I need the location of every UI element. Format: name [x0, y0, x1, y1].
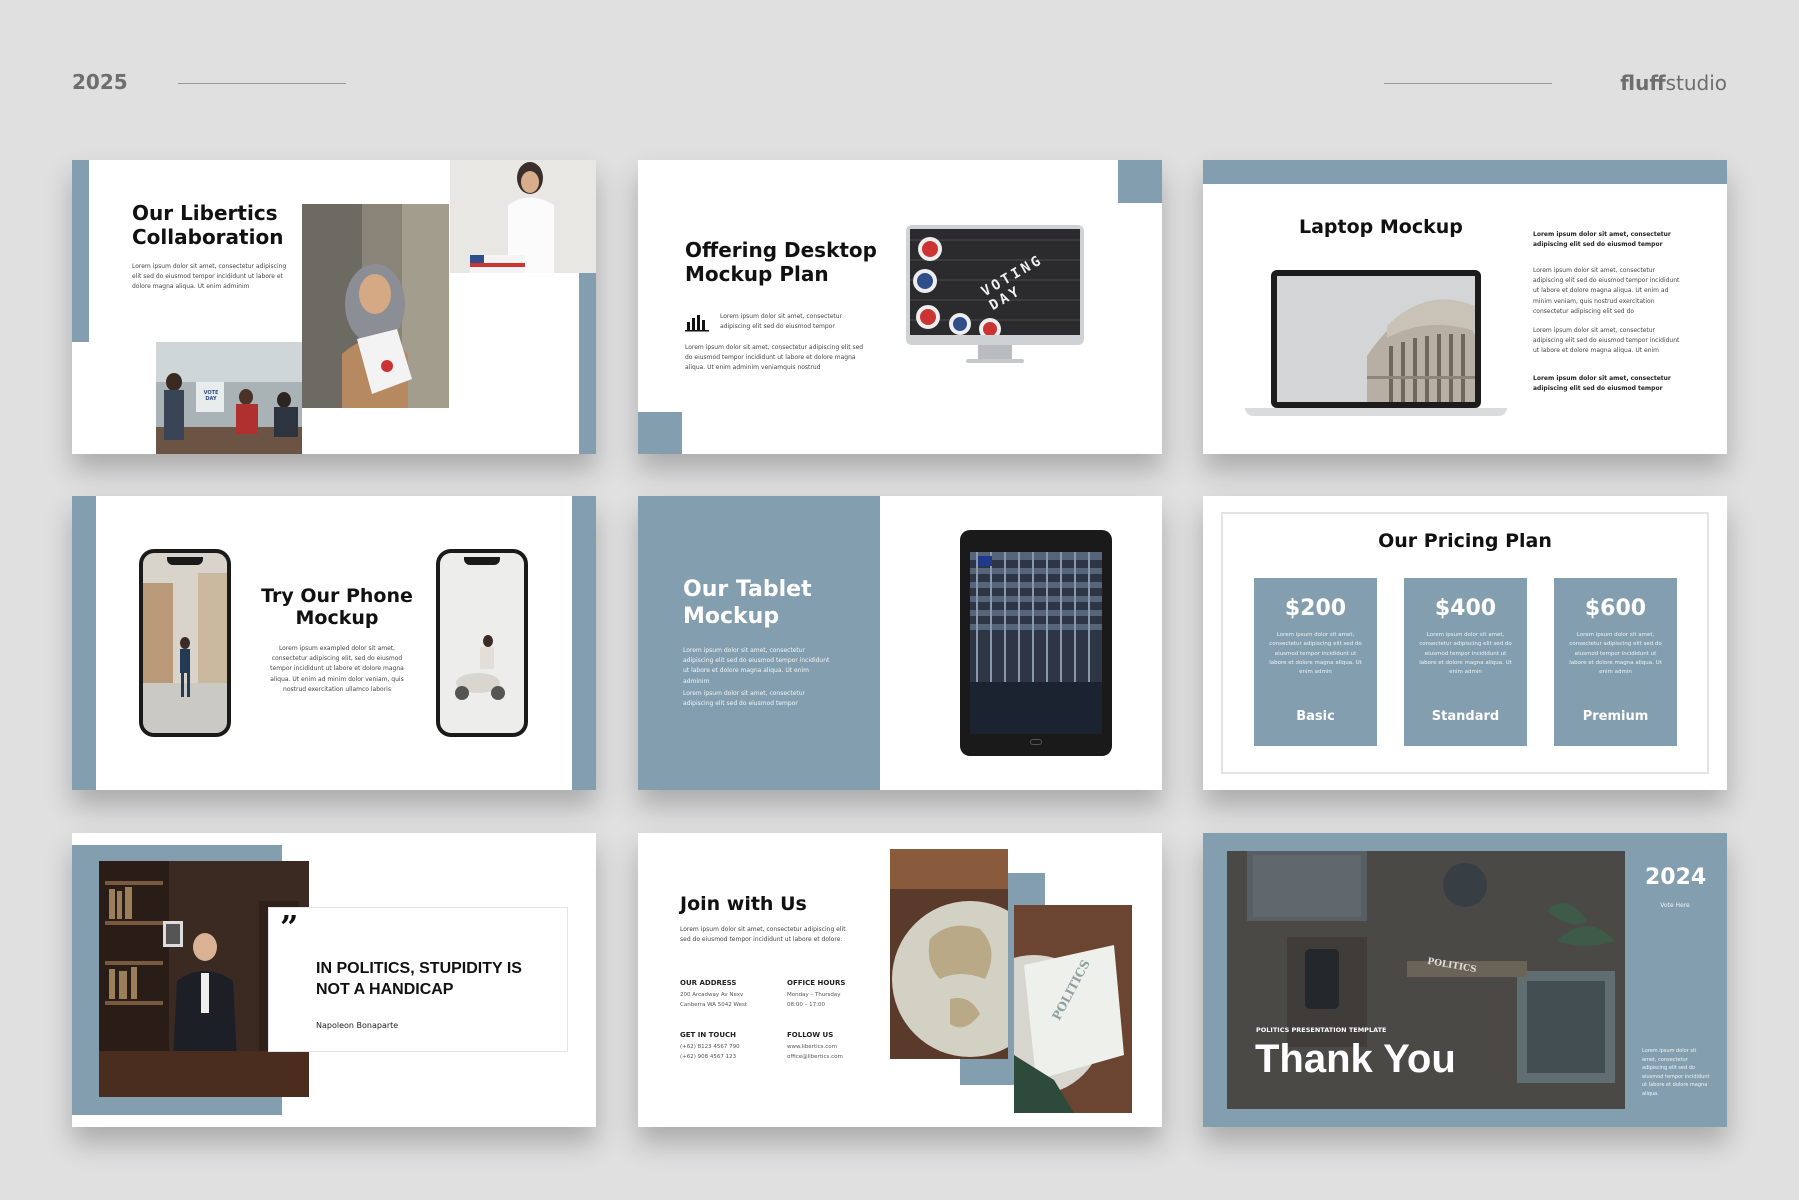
- address-label: OUR ADDRESS: [680, 979, 737, 987]
- vote-label: Vote Here: [1660, 902, 1690, 909]
- paragraph-2: Lorem ipsum dolor sit amet, consectetur …: [1533, 267, 1680, 315]
- price-description: Lorem ipsum dolor sit amet, consectetur …: [1269, 632, 1362, 676]
- slide-body: Lorem ipsum dolor sit amet, consectetur …: [132, 263, 287, 291]
- slide-title: Try Our Phone Mockup: [261, 585, 413, 630]
- header-divider-left: [178, 83, 346, 84]
- polling-station-photo: VOTE DAY: [156, 342, 302, 454]
- slide-collaboration[interactable]: Our Libertics Collaboration Lorem ipsum d…: [72, 160, 596, 454]
- slide-title: Offering Desktop Mockup Plan: [685, 238, 877, 286]
- phone-left: [139, 549, 231, 737]
- slide-join-us[interactable]: Join with Us Lorem ipsum dolor sit amet,…: [638, 833, 1162, 1127]
- hours-value: Monday – Thursday 08:00 – 17:00: [787, 992, 841, 1008]
- year-label: 2025: [72, 70, 128, 94]
- plan-name: Premium: [1582, 709, 1649, 724]
- accent-bar: [579, 273, 596, 454]
- slide-title: Our Libertics Collaboration: [132, 201, 284, 249]
- slide-body: Lorem ipsum dolor sit amet, consectetur …: [685, 344, 864, 372]
- accent-bar: [72, 496, 96, 790]
- slide-body: Lorem ipsum dolor sit amet, consectetur …: [680, 926, 846, 944]
- price-card-premium[interactable]: $600 Lorem ipsum dolor sit amet, consect…: [1554, 578, 1677, 746]
- accent-bar: [72, 160, 89, 342]
- follow-label: FOLLOW US: [787, 1031, 834, 1039]
- hours-label: OFFICE HOURS: [787, 979, 846, 987]
- price-card-standard[interactable]: $400 Lorem ipsum dolor sit amet, consect…: [1404, 578, 1527, 746]
- slide-body: Lorem ipsum dolor sit amet, consectetur …: [1642, 1048, 1710, 1097]
- globe-photo: [890, 849, 1008, 1059]
- slide-thank-you[interactable]: POLITICS 2024 Vote Here POLITICS PRESENT…: [1203, 833, 1727, 1127]
- politics-card-photo: POLITICS: [1014, 905, 1132, 1113]
- thank-you-title: Thank You: [1255, 1037, 1456, 1081]
- phone-right: [436, 549, 528, 737]
- paragraph-3: Lorem ipsum dolor sit amet, consectetur …: [1533, 327, 1680, 355]
- price-description: Lorem ipsum dolor sit amet, consectetur …: [1569, 632, 1662, 676]
- woman-voting-photo: [302, 204, 449, 408]
- price-card-basic[interactable]: $200 Lorem ipsum dolor sit amet, consect…: [1254, 578, 1377, 746]
- plan-name: Standard: [1431, 709, 1500, 724]
- price-description: Lorem ipsum dolor sit amet, consectetur …: [1419, 632, 1512, 676]
- accent-bar: [572, 496, 596, 790]
- brand-logo: fluffstudio: [1620, 71, 1727, 95]
- slide-pricing-plan[interactable]: Our Pricing Plan $200 Lorem ipsum dolor …: [1203, 496, 1727, 790]
- paragraph-2: Lorem ipsum dolor sit amet, consectetur …: [683, 690, 806, 708]
- paragraph-1: Lorem ipsum dolor sit amet, consectetur …: [1533, 231, 1671, 249]
- flags-photo: [970, 552, 1102, 734]
- accent-bar: [1203, 160, 1727, 184]
- paragraph-4: Lorem ipsum dolor sit amet, consectetur …: [1533, 375, 1671, 393]
- price-value: $200: [1284, 596, 1347, 621]
- laptop: [1245, 270, 1507, 430]
- slide-title: Laptop Mockup: [1299, 216, 1463, 238]
- slide-title: Our Pricing Plan: [1378, 530, 1552, 552]
- price-value: $400: [1434, 596, 1497, 621]
- slide-phone-mockup[interactable]: Try Our Phone Mockup Lorem ipsum exampled…: [72, 496, 596, 790]
- template-label: POLITICS PRESENTATION TEMPLATE: [1256, 1026, 1387, 1034]
- ballot-box-photo: [450, 160, 596, 273]
- quote-author: Napoleon Bonaparte: [316, 1021, 399, 1030]
- contact-label: GET IN TOUCH: [680, 1031, 737, 1039]
- icon-text: Lorem ipsum dolor sit amet, consectetur …: [720, 313, 843, 331]
- header-divider-right: [1384, 83, 1552, 84]
- slide-tablet-mockup[interactable]: Our Tablet Mockup Lorem ipsum dolor sit a…: [638, 496, 1162, 790]
- accent-block: [638, 412, 682, 454]
- slide-body: Lorem ipsum exampled dolor sit amet, con…: [270, 645, 404, 693]
- sign-text: VOTE DAY: [203, 390, 219, 402]
- contact-value: (+62) 8123 4567 790 (+62) 908 4567 123: [680, 1044, 740, 1060]
- slide-laptop-mockup[interactable]: Laptop Mockup Lorem ipsum dolor sit amet…: [1203, 160, 1727, 454]
- year-label: 2024: [1645, 865, 1707, 890]
- quote-mark-icon: ”: [280, 908, 299, 946]
- price-value: $600: [1584, 596, 1647, 621]
- slide-desktop-mockup[interactable]: Offering Desktop Mockup Plan Lorem ipsum …: [638, 160, 1162, 454]
- slide-title: Our Tablet Mockup: [683, 577, 812, 629]
- slide-title: Join with Us: [680, 893, 807, 915]
- paragraph-1: Lorem ipsum dolor sit amet, consectetur …: [683, 647, 830, 685]
- tablet: [960, 530, 1112, 756]
- plan-name: Basic: [1296, 709, 1335, 724]
- address-value: 200 Arcadway Av Nexv Canberra WA 5042 Wes…: [680, 992, 748, 1008]
- bar-chart-icon: [685, 312, 709, 332]
- desktop-monitor: VOTING DAY: [906, 225, 1084, 365]
- accent-block: [1118, 160, 1162, 203]
- follow-value: www.libertics.com office@libertics.com: [787, 1044, 843, 1060]
- slide-quote[interactable]: ” IN POLITICS, STUPIDITY IS NOT A HANDICA…: [72, 833, 596, 1127]
- capitol-photo: [1277, 276, 1475, 402]
- accent-panel: [638, 496, 880, 790]
- quote-text: IN POLITICS, STUPIDITY IS NOT A HANDICAP: [316, 960, 522, 998]
